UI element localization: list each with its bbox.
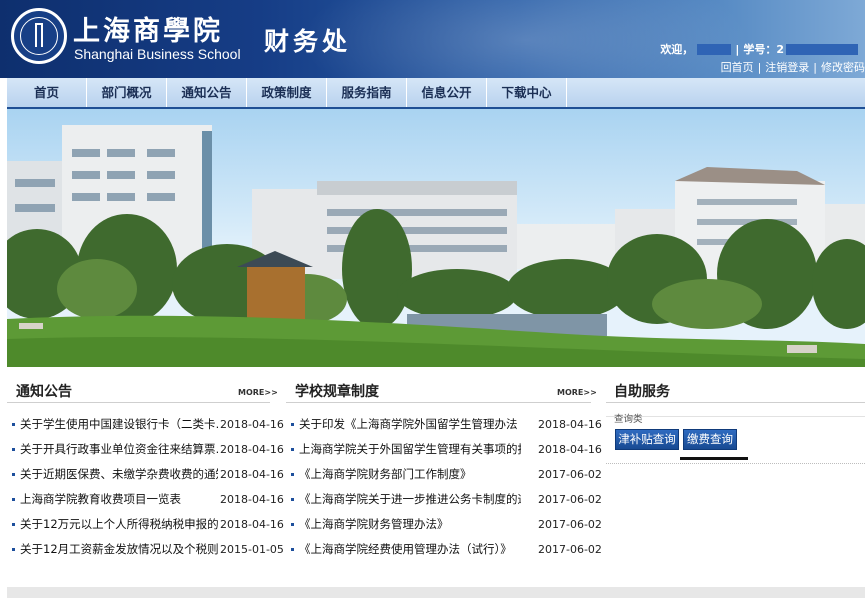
rule-link[interactable]: 《上海商学院财务部门工作制度》 (299, 462, 521, 487)
rule-date: 2017-06-02 (538, 543, 602, 556)
notices-more-link[interactable]: MORE>> (238, 388, 278, 397)
notice-date: 2018-04-16 (220, 518, 284, 531)
rule-date: 2018-04-16 (538, 443, 602, 456)
footer-bar (7, 587, 865, 598)
nav-service-guide[interactable]: 服务指南 (327, 78, 407, 107)
payment-query-button[interactable]: 缴费查询 (683, 429, 737, 450)
list-item: 上海商学院关于外国留学生管理有关事项的报告 2018-04-16 (291, 437, 602, 462)
rule-date: 2017-06-02 (538, 493, 602, 506)
active-underline (680, 457, 748, 460)
redacted-student-number (786, 43, 858, 55)
services-dotted-divider (606, 463, 865, 464)
rules-more-link[interactable]: MORE>> (557, 388, 597, 397)
nav-notices[interactable]: 通知公告 (167, 78, 247, 107)
notice-link[interactable]: 关于开具行政事业单位资金往来结算票… (20, 437, 218, 462)
list-item: 关于学生使用中国建设银行卡（二类卡… 2018-04-16 (12, 412, 284, 437)
user-info: 欢迎， | 学号：2 (660, 41, 858, 57)
notices-divider (7, 402, 270, 403)
rule-date: 2017-06-02 (538, 518, 602, 531)
notices-list: 关于学生使用中国建设银行卡（二类卡… 2018-04-16 关于开具行政事业单位资… (12, 412, 284, 562)
notices-title: 通知公告 (16, 384, 72, 400)
list-item: 关于开具行政事业单位资金往来结算票… 2018-04-16 (12, 437, 284, 462)
list-item: 《上海商学院财务管理办法》 2017-06-02 (291, 512, 602, 537)
home-link[interactable]: 回首页 (721, 61, 754, 74)
main-nav: 首页 部门概况 通知公告 政策制度 服务指南 信息公开 下载中心 (7, 78, 865, 109)
redacted-username (697, 43, 732, 55)
campus-banner-image (7, 109, 865, 367)
header-glow (300, 0, 750, 78)
notice-date: 2018-04-16 (220, 468, 284, 481)
services-divider (606, 402, 865, 403)
nav-about[interactable]: 部门概况 (87, 78, 167, 107)
school-name-en: Shanghai Business School (74, 46, 241, 62)
campus-scene-illustration (7, 125, 865, 367)
notice-date: 2018-04-16 (220, 418, 284, 431)
notice-date: 2015-01-05 (220, 543, 284, 556)
header-banner: 上海商學院 Shanghai Business School 财务处 欢迎， |… (0, 0, 865, 78)
allowance-query-button[interactable]: 津补贴查询 (615, 429, 679, 450)
department-title: 财务处 (264, 27, 352, 56)
rules-list: 关于印发《上海商学院外国留学生管理办法（… 2018-04-16 上海商学院关于外… (291, 412, 602, 562)
change-password-link[interactable]: 修改密码 (821, 61, 865, 74)
list-item: 上海商学院教育收费项目一览表 2018-04-16 (12, 487, 284, 512)
nav-downloads[interactable]: 下载中心 (487, 78, 567, 107)
list-item: 关于12万元以上个人所得税纳税申报的… 2018-04-16 (12, 512, 284, 537)
services-category-label: 查询类 (614, 414, 643, 425)
list-item: 《上海商学院关于进一步推进公务卡制度的通… 2017-06-02 (291, 487, 602, 512)
notice-link[interactable]: 关于12万元以上个人所得税纳税申报的… (20, 512, 218, 537)
rule-link[interactable]: 《上海商学院财务管理办法》 (299, 512, 521, 537)
header-links: 回首页 | 注销登录 | 修改密码 (720, 61, 865, 74)
list-item: 《上海商学院财务部门工作制度》 2017-06-02 (291, 462, 602, 487)
nav-policies[interactable]: 政策制度 (247, 78, 327, 107)
notice-link[interactable]: 关于12月工资薪金发放情况以及个税则… (20, 537, 218, 562)
nav-info-disclosure[interactable]: 信息公开 (407, 78, 487, 107)
rule-link[interactable]: 关于印发《上海商学院外国留学生管理办法（… (299, 412, 521, 437)
school-name-cn: 上海商學院 (73, 16, 223, 47)
rule-date: 2018-04-16 (538, 418, 602, 431)
logout-link[interactable]: 注销登录 (765, 61, 809, 74)
rules-title: 学校规章制度 (295, 384, 379, 400)
welcome-label: 欢迎， (660, 43, 694, 56)
services-title: 自助服务 (614, 384, 670, 400)
rule-link[interactable]: 《上海商学院经费使用管理办法（试行）》 (299, 537, 521, 562)
rule-link[interactable]: 上海商学院关于外国留学生管理有关事项的报告 (299, 437, 521, 462)
student-number-label: 学号：2 (743, 43, 784, 56)
rules-divider (286, 402, 591, 403)
school-seal-icon (11, 8, 67, 64)
list-item: 《上海商学院经费使用管理办法（试行）》 2017-06-02 (291, 537, 602, 562)
rule-date: 2017-06-02 (538, 468, 602, 481)
list-item: 关于印发《上海商学院外国留学生管理办法（… 2018-04-16 (291, 412, 602, 437)
notice-link[interactable]: 关于近期医保费、未缴学杂费收费的通知 (20, 462, 218, 487)
nav-home[interactable]: 首页 (7, 78, 87, 107)
list-item: 关于近期医保费、未缴学杂费收费的通知 2018-04-16 (12, 462, 284, 487)
notice-date: 2018-04-16 (220, 493, 284, 506)
rule-link[interactable]: 《上海商学院关于进一步推进公务卡制度的通… (299, 487, 521, 512)
notice-link[interactable]: 上海商学院教育收费项目一览表 (20, 487, 218, 512)
notice-date: 2018-04-16 (220, 443, 284, 456)
list-item: 关于12月工资薪金发放情况以及个税则… 2015-01-05 (12, 537, 284, 562)
notice-link[interactable]: 关于学生使用中国建设银行卡（二类卡… (20, 412, 218, 437)
